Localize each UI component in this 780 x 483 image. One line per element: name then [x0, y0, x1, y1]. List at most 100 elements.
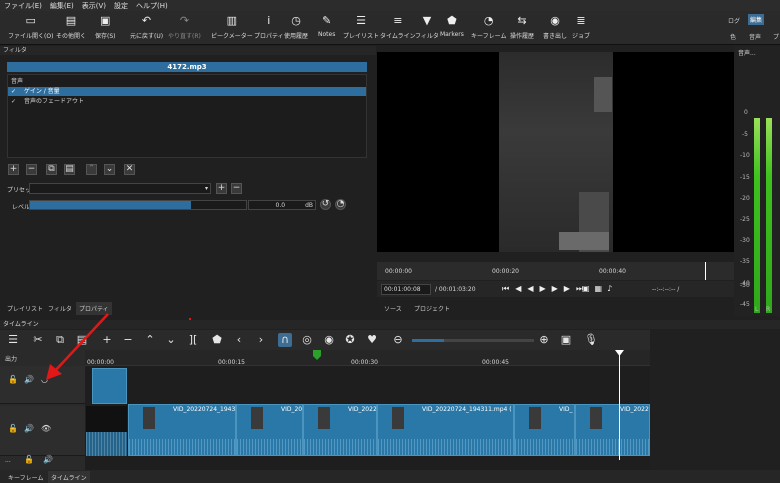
prev-marker-icon[interactable]: ‹ — [232, 333, 246, 347]
remove-icon[interactable]: − — [121, 333, 135, 347]
tab-timeline[interactable]: タイムライン — [48, 471, 90, 483]
filter-list[interactable]: 音声 ✓ ゲイン / 音量 ✓ 音声のフェードアウト — [7, 74, 367, 158]
meter-tick: -25 — [740, 216, 750, 223]
tab-source[interactable]: ソース — [384, 304, 402, 313]
tab-playlist[interactable]: プレイリスト — [7, 304, 43, 313]
peak-meter-button[interactable]: ▥ ピークメーター — [211, 13, 253, 41]
file-icon: ▤ — [65, 13, 77, 27]
menu-edit[interactable]: 編集(E) — [50, 1, 74, 11]
clock-icon: ◷ — [291, 13, 301, 27]
undo-button[interactable]: ↶ 元に戻す(U) — [130, 13, 163, 41]
layout-color[interactable]: 色 — [730, 32, 736, 41]
viewer-ruler[interactable]: 00:00:00 00:00:20 00:00:40 — [377, 262, 734, 280]
delete-preset-button[interactable]: − — [231, 183, 242, 194]
main-toolbar: ▭ ファイル開く(O) ▤ その他開く ▣ 保存(S) ↶ 元に戻す(U) ↷ やり直す(… — [0, 11, 780, 45]
recent-button[interactable]: ◷ 使用履歴 — [284, 13, 308, 41]
export-button[interactable]: ◉ 書き出し — [543, 13, 567, 41]
next-marker-icon[interactable]: › — [254, 333, 268, 347]
speaker-icon[interactable]: 🔊 — [24, 424, 34, 433]
level-spinbox[interactable]: 0.0 dB — [248, 200, 316, 210]
zoom-out-icon[interactable]: ⊖ — [391, 333, 405, 347]
paste-filter-button[interactable]: ▤ — [64, 164, 75, 175]
open-other-button[interactable]: ▤ その他開く — [56, 13, 86, 41]
layout-editing[interactable]: 編集 — [748, 14, 765, 25]
properties-button[interactable]: i プロパティ — [254, 13, 284, 41]
zoom-in-icon[interactable]: ⊕ — [537, 333, 551, 347]
video-clip[interactable]: VID_20220724_194311.mp4 ( — [377, 404, 514, 456]
history-button[interactable]: ⇆ 操作履歴 — [510, 13, 534, 41]
ripple-all-icon[interactable]: ✪ — [343, 333, 357, 347]
zoom-fit-icon[interactable]: ▣ — [559, 333, 573, 347]
level-slider-fill — [30, 201, 191, 209]
preset-select[interactable]: ▾ — [29, 183, 211, 194]
playback-controls[interactable]: ⏮◀◀▶▶▶⏭ — [502, 284, 589, 294]
marker-flag[interactable] — [313, 350, 321, 360]
speaker-icon[interactable]: 🔊 — [24, 375, 34, 384]
video-clip[interactable]: VID_20 — [236, 404, 303, 456]
lock-icon[interactable]: 🔓 — [24, 455, 34, 464]
deselect-filter-button[interactable]: ✕ — [124, 164, 135, 175]
save-preset-button[interactable]: + — [216, 183, 227, 194]
lock-icon[interactable]: 🔓 — [8, 375, 18, 384]
keyframe-icon[interactable]: ◔ — [335, 199, 346, 210]
keyframes-button[interactable]: ◔ キーフレーム — [471, 13, 506, 41]
timeline-ruler[interactable]: 00:00:00 00:00:15 00:00:30 00:00:45 — [85, 350, 650, 366]
marker-icon[interactable]: ⬟ — [210, 333, 224, 347]
snap-icon[interactable]: ∩ — [278, 333, 292, 347]
layout-player[interactable]: プ — [773, 32, 779, 41]
folder-icon: ▭ — [25, 13, 36, 27]
position-timecode[interactable]: 00:01:00:08 — [381, 284, 431, 295]
filters-button[interactable]: ▼ フィルタ — [415, 13, 439, 41]
filter-item-gain[interactable]: ✓ ゲイン / 音量 — [8, 87, 366, 96]
track-header-video[interactable]: 🔓 🔊 👁 — [0, 406, 85, 456]
viewer-playhead[interactable] — [705, 262, 706, 280]
layout-audio[interactable]: 音声 — [749, 32, 761, 41]
remove-filter-button[interactable]: − — [26, 164, 37, 175]
view-controls[interactable]: ▣▦♪ — [582, 284, 617, 293]
menu-view[interactable]: 表示(V) — [82, 1, 106, 11]
timeline-button[interactable]: ≡ タイムライン — [380, 13, 416, 41]
notes-button[interactable]: ✎ Notes — [318, 13, 335, 39]
lock-icon[interactable]: 🔓 — [8, 424, 18, 433]
menu-help[interactable]: ヘルプ(H) — [136, 1, 168, 11]
video-clip[interactable]: VID_2022 — [303, 404, 377, 456]
tab-project[interactable]: プロジェクト — [414, 304, 450, 313]
menu-file[interactable]: ファイル(E) — [4, 1, 42, 11]
speaker-icon[interactable]: 🔊 — [43, 455, 53, 464]
playlist-button[interactable]: ☰ プレイリスト — [343, 13, 379, 41]
filter-item-fadeout[interactable]: ✓ 音声のフェードアウト — [8, 97, 366, 106]
scrub-icon[interactable]: ◎ — [300, 333, 314, 347]
zoom-slider[interactable] — [412, 339, 534, 342]
check-icon[interactable]: ✓ — [11, 88, 16, 95]
save-button[interactable]: ▣ 保存(S) — [95, 13, 116, 41]
markers-button[interactable]: ⬟ Markers — [440, 13, 464, 39]
lift-icon[interactable]: ⌃ — [143, 333, 157, 347]
save-icon: ▣ — [100, 13, 111, 27]
disc-icon: ◉ — [550, 13, 560, 27]
ripple-markers-icon[interactable]: ♥ — [365, 333, 379, 347]
add-filter-button[interactable]: + — [8, 164, 19, 175]
stopwatch-icon: ◔ — [483, 13, 494, 27]
check-icon[interactable]: ✓ — [11, 98, 16, 105]
video-clip[interactable]: VID_20220724_1943 — [128, 404, 236, 456]
video-clip[interactable]: VID_2022 — [575, 404, 650, 456]
copy-filter-button[interactable]: ⧉ — [46, 164, 57, 175]
timeline-playhead[interactable] — [619, 350, 620, 460]
eye-icon[interactable]: 👁 — [41, 424, 51, 433]
open-file-button[interactable]: ▭ ファイル開く(O) — [8, 13, 53, 41]
layout-logging[interactable]: ログ — [728, 16, 740, 25]
overwrite-icon[interactable]: ⌄ — [164, 333, 178, 347]
ripple-icon[interactable]: ◉ — [322, 333, 336, 347]
move-up-button[interactable]: ⌃ — [86, 164, 97, 175]
record-audio-icon[interactable]: 🎙 — [584, 333, 598, 347]
redo-button[interactable]: ↷ やり直す(R) — [168, 13, 201, 41]
menu-settings[interactable]: 設定 — [114, 1, 128, 11]
audio-meter-title: 音声... — [738, 50, 756, 57]
move-down-button[interactable]: ⌄ — [104, 164, 115, 175]
menu-icon[interactable]: ☰ — [6, 333, 20, 347]
reset-icon[interactable]: ↺ — [320, 199, 331, 210]
video-clip[interactable]: VID_ — [514, 404, 575, 456]
tab-keyframes[interactable]: キーフレーム — [8, 473, 43, 482]
split-icon[interactable]: ][ — [186, 333, 200, 347]
jobs-button[interactable]: ≣ ジョブ — [572, 13, 590, 41]
